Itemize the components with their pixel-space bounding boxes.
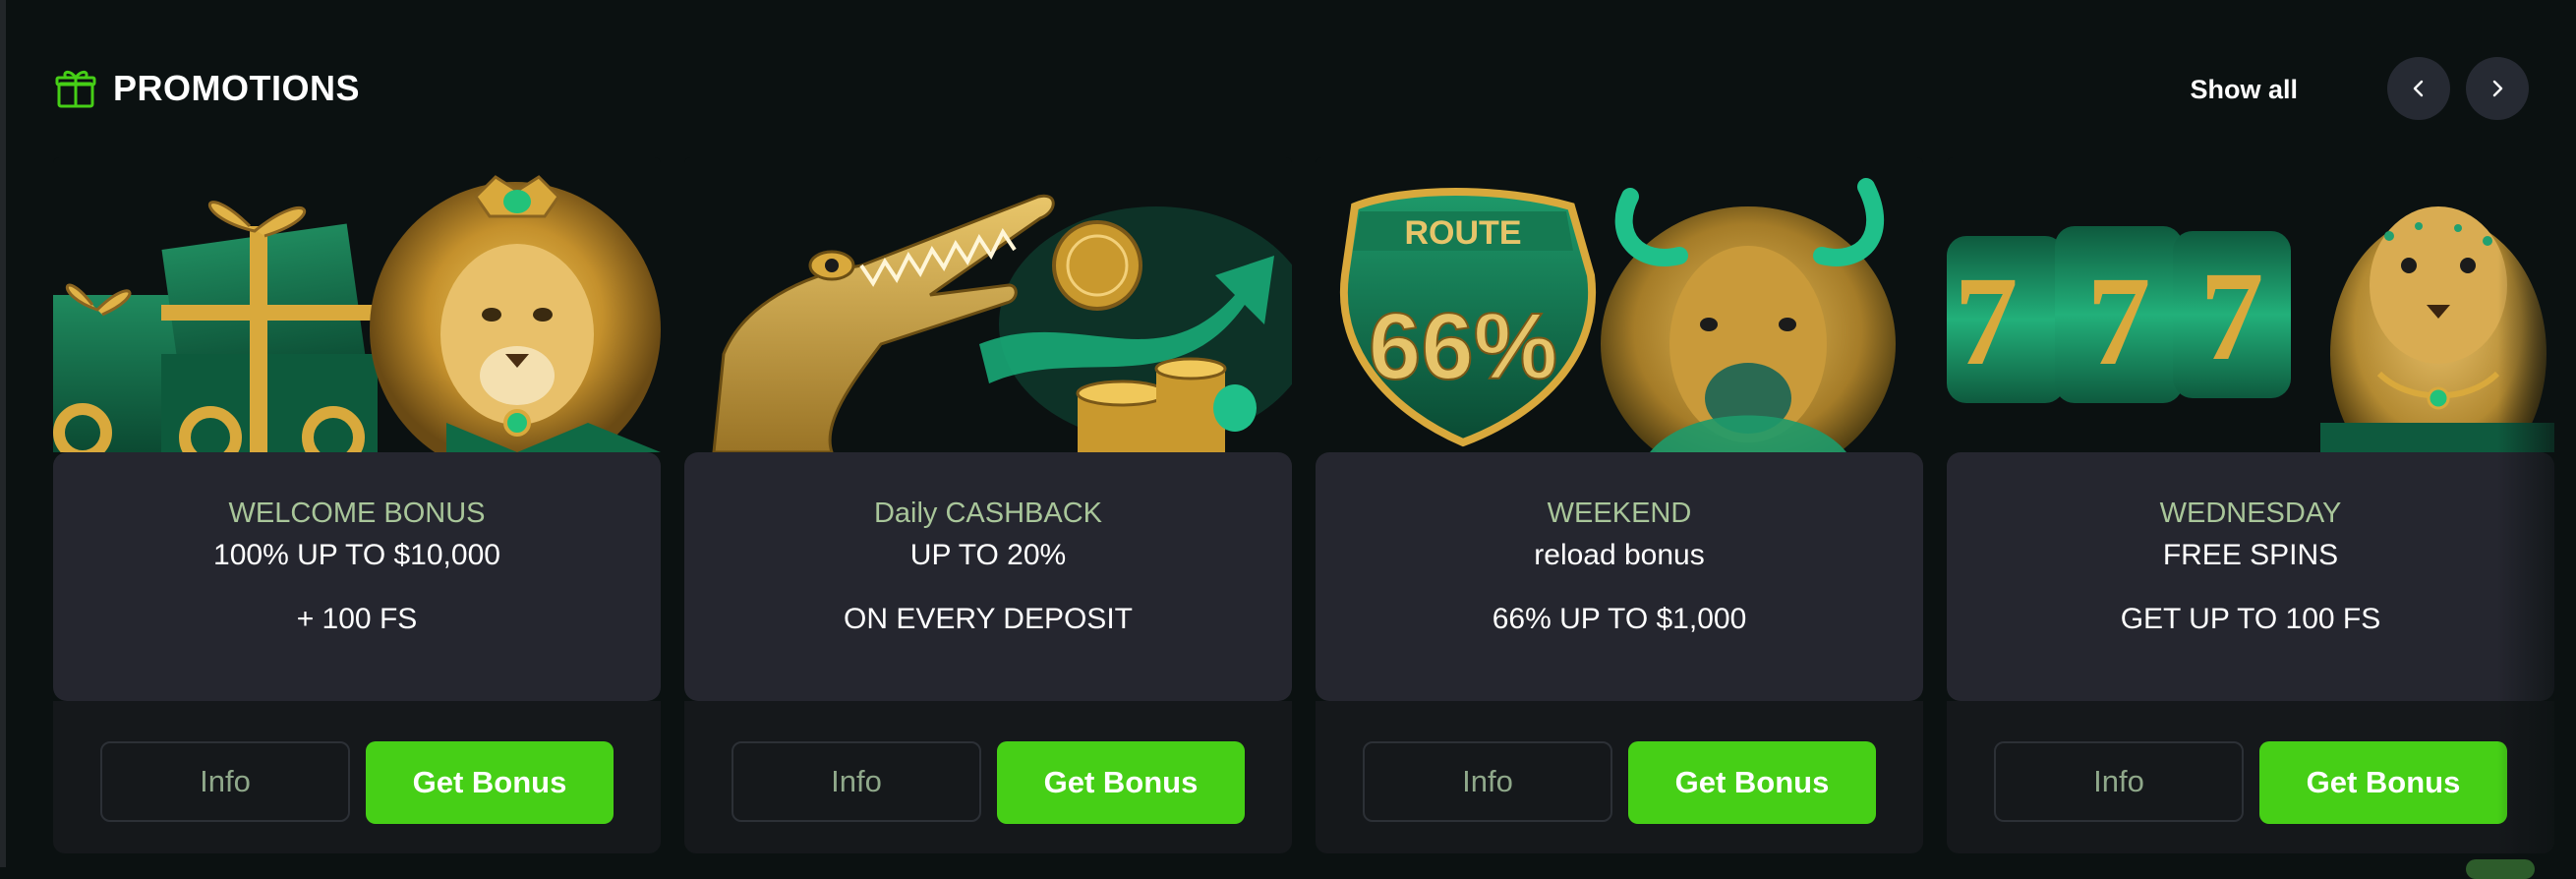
promo-card-info: Daily CASHBACK UP TO 20% ON EVERY DEPOSI… <box>684 452 1292 701</box>
promo-offer: 100% UP TO $10,000 <box>213 539 500 571</box>
route-sign-number: 66% <box>1369 294 1557 399</box>
promo-detail: 66% UP TO $1,000 <box>1492 603 1747 635</box>
floating-pill <box>2466 859 2535 879</box>
promo-card-actions: Info Get Bonus <box>1316 701 1923 853</box>
promo-title: Daily CASHBACK <box>873 498 1103 529</box>
get-bonus-button[interactable]: Get Bonus <box>997 741 1245 824</box>
show-all-link[interactable]: Show all <box>2190 75 2298 105</box>
promo-card-weekend: ROUTE 66% WEEKEND reload bonus 66% UP TO… <box>1316 157 1923 853</box>
info-button[interactable]: Info <box>100 741 350 822</box>
get-bonus-button[interactable]: Get Bonus <box>2259 741 2507 824</box>
promo-card-info: WELCOME BONUS 100% UP TO $10,000 + 100 F… <box>53 452 661 701</box>
left-edge-divider <box>0 0 6 867</box>
promo-detail: + 100 FS <box>296 603 418 635</box>
promo-card-actions: Info Get Bonus <box>53 701 661 853</box>
gift-icon <box>55 70 96 108</box>
promotions-carousel: WELCOME BONUS 100% UP TO $10,000 + 100 F… <box>53 157 2554 853</box>
reel-symbol: 7 <box>2087 251 2151 392</box>
promo-offer: reload bonus <box>1534 539 1705 571</box>
info-button[interactable]: Info <box>1994 741 2244 822</box>
info-button[interactable]: Info <box>732 741 981 822</box>
promo-offer: UP TO 20% <box>909 539 1067 571</box>
promo-card-actions: Info Get Bonus <box>684 701 1292 853</box>
reel-symbol: 7 <box>2200 246 2264 387</box>
get-bonus-button[interactable]: Get Bonus <box>366 741 614 824</box>
promo-detail: GET UP TO 100 FS <box>2120 603 2381 635</box>
promo-card-actions: Info Get Bonus <box>1947 701 2554 853</box>
route-sign-label: ROUTE <box>1405 214 1522 252</box>
chevron-left-icon <box>2413 80 2424 97</box>
promo-art-lion <box>53 157 661 452</box>
carousel-next-button[interactable] <box>2466 57 2529 120</box>
promo-title: WEDNESDAY <box>2159 498 2342 529</box>
promotions-header: PROMOTIONS <box>54 59 360 118</box>
promo-offer: FREE SPINS <box>2162 539 2339 571</box>
promo-card-info: WEDNESDAY FREE SPINS GET UP TO 100 FS <box>1947 452 2554 701</box>
reel-symbol: 7 <box>1955 251 2019 392</box>
page-title: PROMOTIONS <box>113 68 361 108</box>
promo-card-cashback: Daily CASHBACK UP TO 20% ON EVERY DEPOSI… <box>684 157 1292 853</box>
promo-detail: ON EVERY DEPOSIT <box>844 603 1133 635</box>
promo-card-info: WEEKEND reload bonus 66% UP TO $1,000 <box>1316 452 1923 701</box>
chevron-right-icon <box>2492 80 2503 97</box>
promo-card-wednesday: 7 7 7 WEDNESDAY FREE SPINS GET UP TO 100… <box>1947 157 2554 853</box>
promo-art-buffalo: ROUTE 66% <box>1316 157 1923 452</box>
promo-title: WELCOME BONUS <box>228 498 486 529</box>
promo-art-crocodile <box>684 157 1292 452</box>
promo-title: WEEKEND <box>1547 498 1692 529</box>
info-button[interactable]: Info <box>1363 741 1612 822</box>
get-bonus-button[interactable]: Get Bonus <box>1628 741 1876 824</box>
promo-card-welcome: WELCOME BONUS 100% UP TO $10,000 + 100 F… <box>53 157 661 853</box>
carousel-prev-button[interactable] <box>2387 57 2450 120</box>
promo-art-leopard: 7 7 7 <box>1947 157 2554 452</box>
